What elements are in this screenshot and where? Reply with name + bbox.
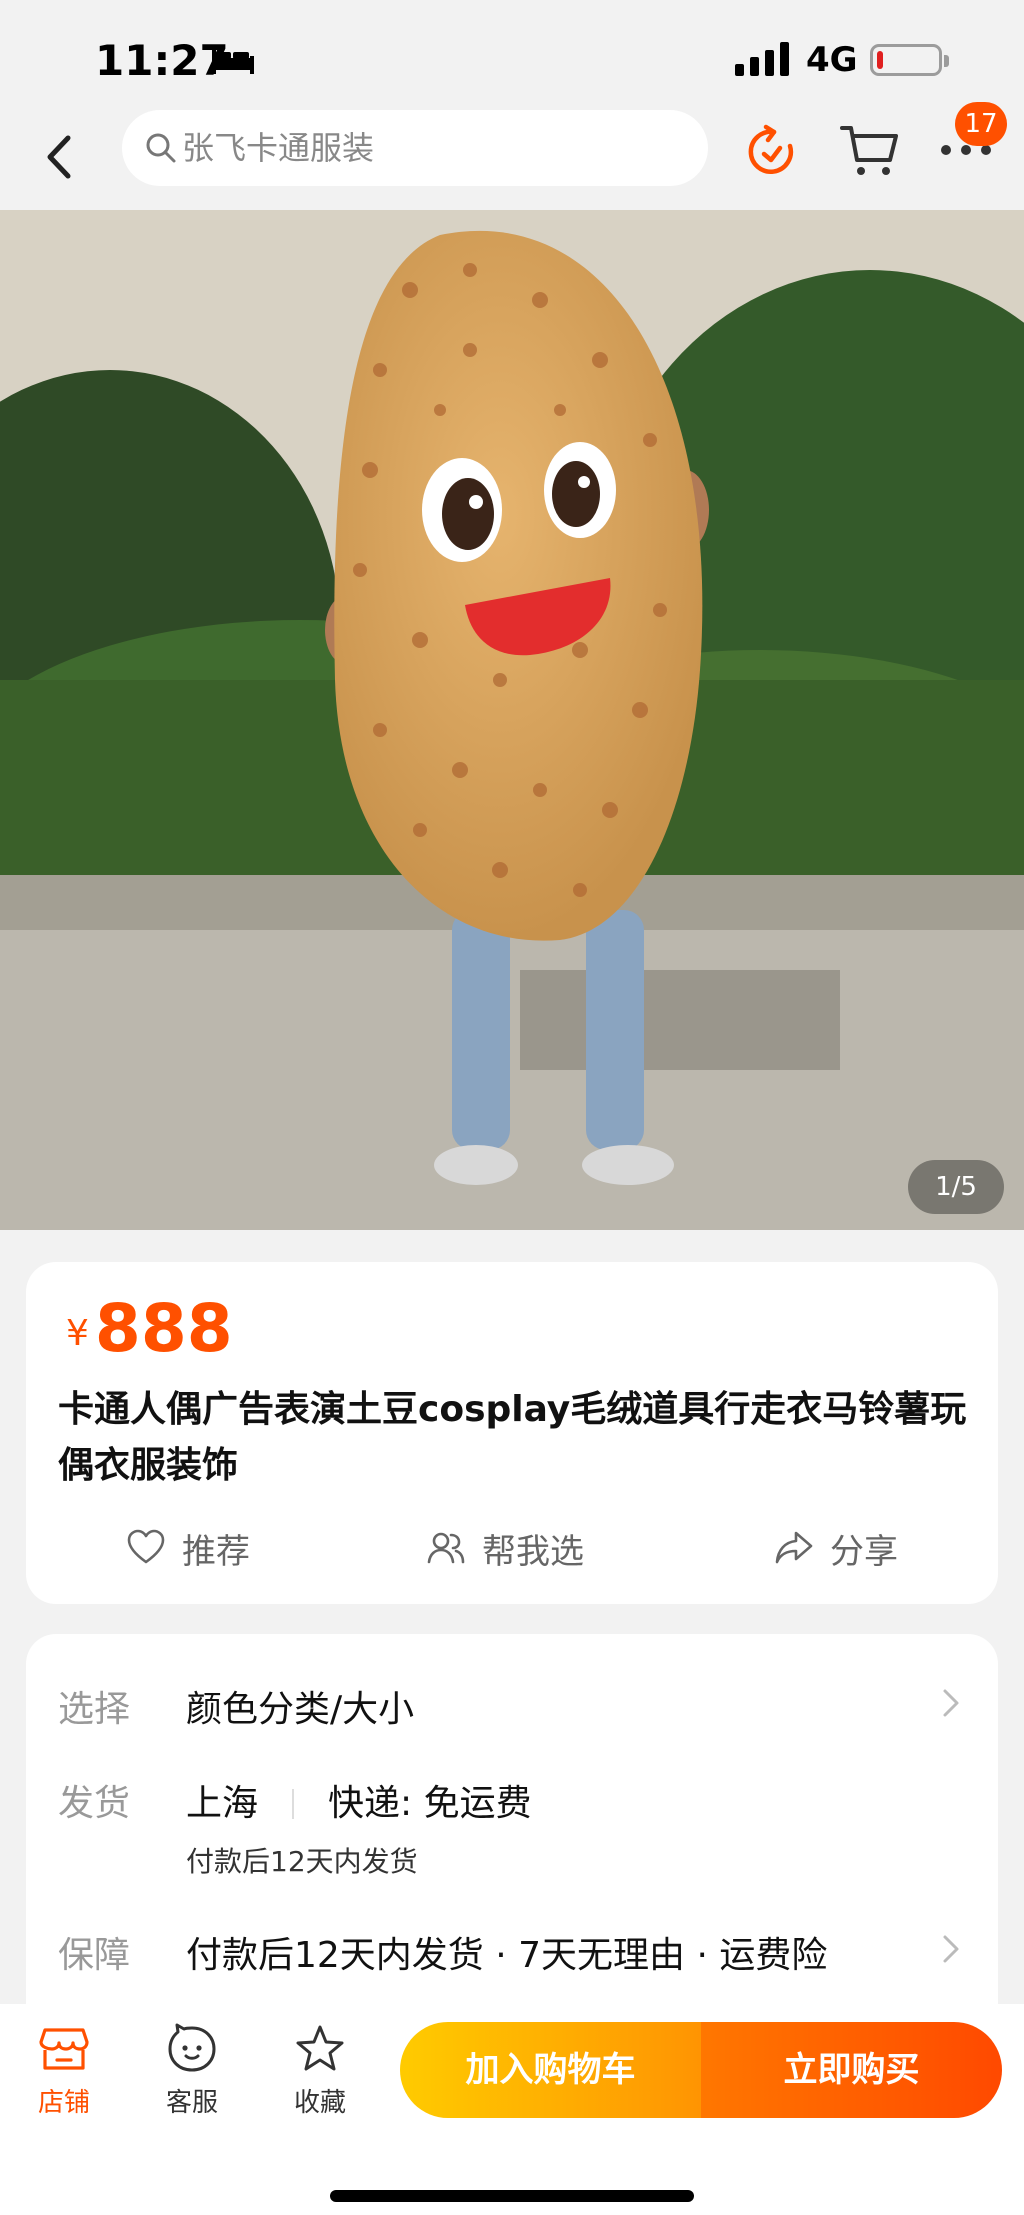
product-details-card: 选择 颜色分类/大小 发货 上海 快递: 免运费 付款后12天内发货 保障 付款后… xyxy=(26,1634,998,2034)
price-value: 888 xyxy=(94,1290,233,1367)
store-icon xyxy=(39,2028,89,2070)
cart-icon[interactable] xyxy=(840,122,900,178)
potato-costume-photo xyxy=(0,210,1024,1230)
back-arrow-icon[interactable] xyxy=(44,132,74,182)
tab-store-label: 店铺 xyxy=(37,2088,90,2118)
guarantee-key: 保障 xyxy=(58,1935,131,1976)
guarantee-value: 付款后12天内发货 · 7天无理由 · 运费险 xyxy=(186,1935,828,1976)
shipping-key: 发货 xyxy=(58,1783,131,1824)
tab-store[interactable]: 店铺 xyxy=(14,2022,114,2119)
search-input[interactable] xyxy=(182,124,682,172)
chevron-right-icon xyxy=(943,1935,959,1963)
top-nav: 17 xyxy=(0,102,1024,210)
help-me-choose-label: 帮我选 xyxy=(482,1531,584,1572)
shipping-method: 快递: 免运费 xyxy=(328,1783,532,1824)
select-value: 颜色分类/大小 xyxy=(186,1689,415,1730)
buy-now-button[interactable]: 立即购买 xyxy=(701,2022,1002,2118)
share-button[interactable]: 分享 xyxy=(774,1512,898,1584)
purchase-buttons: 加入购物车 立即购买 xyxy=(400,2022,1002,2118)
bed-icon xyxy=(212,50,254,74)
chevron-right-icon xyxy=(943,1689,959,1717)
product-price: ¥888 xyxy=(66,1290,233,1367)
status-bar: 11:27 4G xyxy=(0,0,1024,110)
share-icon xyxy=(775,1531,813,1564)
product-title: 卡通人偶广告表演土豆cosplay毛绒道具行走衣马铃薯玩偶衣服装饰 xyxy=(58,1389,967,1486)
shipping-value: 上海 快递: 免运费 xyxy=(186,1774,532,1826)
tab-customer-service-label: 客服 xyxy=(165,2088,218,2118)
signal-icon xyxy=(735,42,789,76)
star-icon xyxy=(296,2025,344,2071)
home-indicator xyxy=(330,2190,694,2202)
search-bar[interactable] xyxy=(122,110,708,186)
image-pager: 1/5 xyxy=(908,1160,1004,1214)
tab-customer-service[interactable]: 客服 xyxy=(142,2022,242,2119)
battery-icon xyxy=(870,44,949,76)
shipping-note: 付款后12天内发货 xyxy=(186,1845,418,1878)
customer-service-icon xyxy=(168,2023,216,2072)
tab-favorite[interactable]: 收藏 xyxy=(270,2022,370,2119)
add-to-cart-button[interactable]: 加入购物车 xyxy=(400,2022,701,2118)
tab-favorite-label: 收藏 xyxy=(293,2088,346,2118)
heart-icon xyxy=(127,1529,165,1564)
shipping-origin: 上海 xyxy=(186,1783,259,1824)
product-image-gallery[interactable]: 1/5 xyxy=(0,210,1024,1230)
divider xyxy=(292,1789,295,1819)
bottom-action-bar: 店铺 客服 收藏 加入购物车 立即购买 xyxy=(0,2004,1024,2215)
currency-symbol: ¥ xyxy=(66,1313,89,1354)
recommend-label: 推荐 xyxy=(182,1531,250,1572)
battery-level xyxy=(877,51,883,69)
product-info-card: ¥888 卡通人偶广告表演土豆cosplay毛绒道具行走衣马铃薯玩偶衣服装饰 推… xyxy=(26,1262,998,1604)
status-time: 11:27 xyxy=(95,36,229,85)
refresh-icon[interactable] xyxy=(744,124,800,180)
recommend-button[interactable]: 推荐 xyxy=(126,1512,250,1584)
product-actions: 推荐 帮我选 分享 xyxy=(26,1512,998,1584)
people-icon xyxy=(427,1532,465,1564)
share-label: 分享 xyxy=(830,1531,898,1572)
notification-badge: 17 xyxy=(955,102,1007,146)
search-icon xyxy=(146,133,176,163)
network-type: 4G xyxy=(806,40,858,80)
help-me-choose-button[interactable]: 帮我选 xyxy=(426,1512,584,1584)
select-key: 选择 xyxy=(58,1689,131,1730)
